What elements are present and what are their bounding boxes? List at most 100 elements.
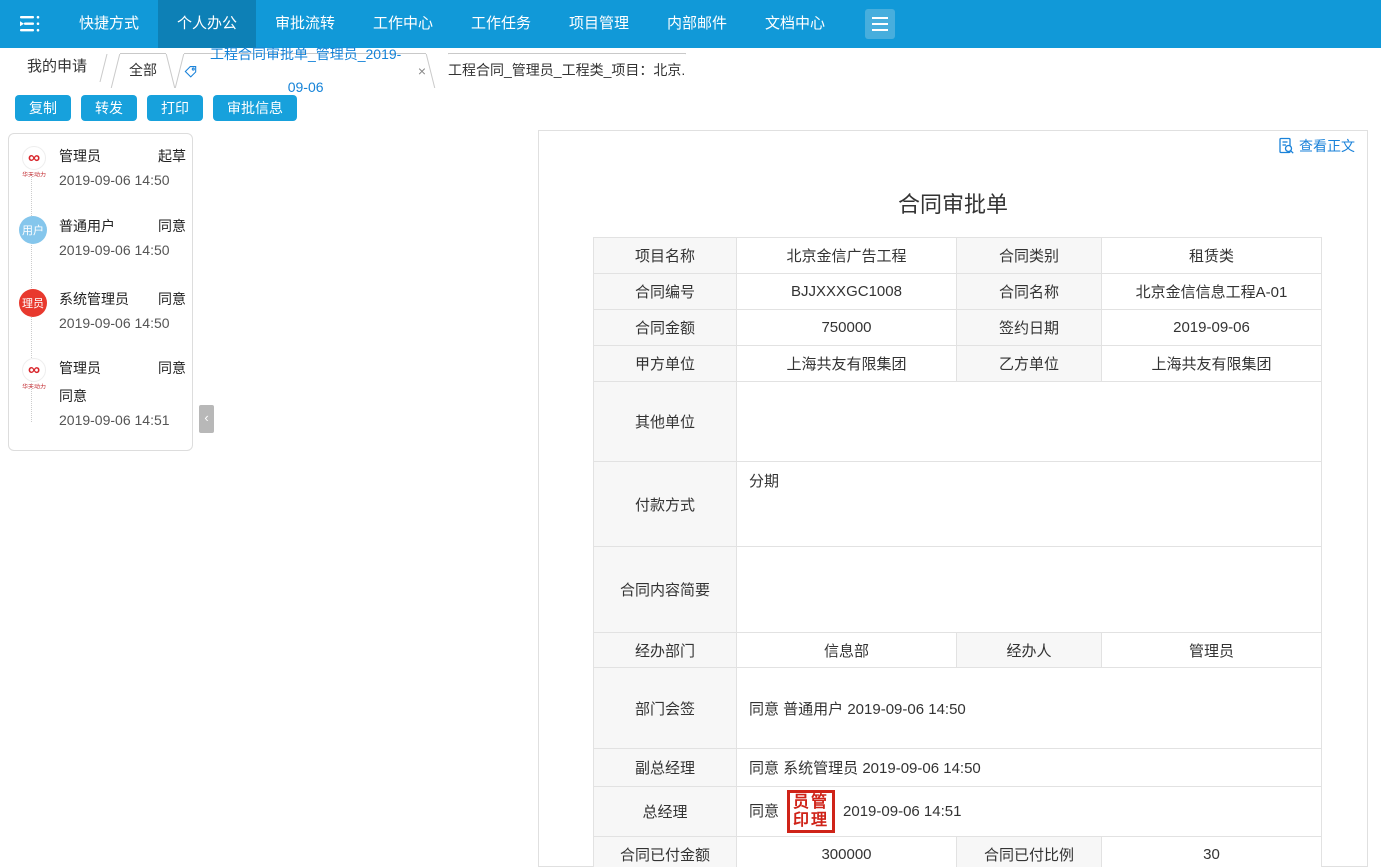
copy-button[interactable]: 复制: [15, 95, 71, 121]
sidebar-collapse-handle[interactable]: ‹: [199, 405, 214, 433]
action-toolbar: 复制 转发 打印 审批信息: [0, 90, 1381, 126]
view-body-label: 查看正文: [1299, 136, 1355, 156]
field-label: 签约日期: [957, 310, 1102, 346]
table-row: 付款方式 分期: [594, 462, 1322, 547]
field-value: [737, 547, 1322, 633]
field-label: 甲方单位: [594, 346, 737, 382]
view-document-icon: [1277, 137, 1295, 155]
company-logo-icon: ∞: [22, 146, 46, 170]
company-logo-icon: ∞: [22, 358, 46, 382]
field-value: 2019-09-06: [1102, 310, 1322, 346]
contract-table: 项目名称 北京金信广告工程 合同类别 租赁类 合同编号 BJJXXXGC1008…: [593, 237, 1322, 867]
timeline-entry-user-approve: 用户 普通用户 同意 2019-09-06 14:50: [19, 216, 186, 258]
field-value: 北京金信广告工程: [737, 238, 957, 274]
field-value: 30: [1102, 837, 1322, 867]
avatar: ∞ 华天动力: [19, 358, 49, 392]
field-value: 信息部: [737, 633, 957, 668]
approval-datetime: 2019-09-06 14:50: [59, 242, 186, 258]
table-row: 合同已付金额 300000 合同已付比例 30: [594, 837, 1322, 867]
tab-close-icon[interactable]: ×: [418, 55, 426, 88]
print-button[interactable]: 打印: [147, 95, 203, 121]
avatar: 理员: [19, 289, 49, 317]
approver-name: 管理员: [59, 358, 101, 378]
field-label: 合同内容简要: [594, 547, 737, 633]
app-window: 快捷方式 个人办公 审批流转 工作中心 工作任务 项目管理 内部邮件 文档中心 …: [0, 0, 1381, 867]
field-label: 合同名称: [957, 274, 1102, 310]
field-label: 付款方式: [594, 462, 737, 547]
approval-action: 同意: [158, 358, 186, 378]
field-label: 总经理: [594, 787, 737, 837]
approval-note: 同意: [59, 386, 186, 406]
view-body-link[interactable]: 查看正文: [1277, 136, 1355, 156]
document-tabbar: 我的申请 全部 工程合同审批单_管理员_2019-09-06 × 工程合同_管理…: [0, 48, 1381, 90]
field-value: 上海共友有限集团: [737, 346, 957, 382]
approver-name: 系统管理员: [59, 289, 129, 309]
field-label: 项目名称: [594, 238, 737, 274]
field-value: [737, 382, 1322, 462]
tag-icon: [184, 64, 197, 79]
tab-contract-approval-active[interactable]: 工程合同审批单_管理员_2019-09-06 ×: [184, 53, 426, 88]
field-label: 合同编号: [594, 274, 737, 310]
table-row: 总经理 同意员管印理2019-09-06 14:51: [594, 787, 1322, 837]
contract-form-panel: 查看正文 合同审批单 项目名称 北京金信广告工程 合同类别 租赁类 合同编号 B…: [538, 130, 1368, 867]
approval-seal: 员管印理: [787, 790, 835, 834]
table-row: 合同编号 BJJXXXGC1008 合同名称 北京金信信息工程A-01: [594, 274, 1322, 310]
table-row: 部门会签 同意 普通用户 2019-09-06 14:50: [594, 668, 1322, 749]
field-value: 同意 系统管理员 2019-09-06 14:50: [737, 749, 1322, 787]
table-row: 合同内容简要: [594, 547, 1322, 633]
avatar: ∞ 华天动力: [19, 146, 49, 180]
field-label: 部门会签: [594, 668, 737, 749]
field-label: 合同类别: [957, 238, 1102, 274]
nav-item-project-management[interactable]: 项目管理: [550, 0, 648, 48]
table-row: 副总经理 同意 系统管理员 2019-09-06 14:50: [594, 749, 1322, 787]
company-logo-text: 华天动力: [21, 171, 47, 180]
timeline-entry-admin-approve: ∞ 华天动力 管理员 同意 同意 2019-09-06 14:51: [19, 358, 186, 428]
table-row: 项目名称 北京金信广告工程 合同类别 租赁类: [594, 238, 1322, 274]
field-label: 其他单位: [594, 382, 737, 462]
approval-info-button[interactable]: 审批信息: [213, 95, 297, 121]
avatar: 用户: [19, 216, 49, 244]
field-value: 北京金信信息工程A-01: [1102, 274, 1322, 310]
menu-collapse-glyph: [17, 12, 43, 36]
field-value: 同意 普通用户 2019-09-06 14:50: [737, 668, 1322, 749]
tab-all[interactable]: 全部: [120, 53, 166, 88]
field-label: 乙方单位: [957, 346, 1102, 382]
field-label: 合同已付金额: [594, 837, 737, 867]
field-label: 经办部门: [594, 633, 737, 668]
field-label: 合同已付比例: [957, 837, 1102, 867]
seal-line-2: 印理: [793, 812, 829, 830]
approval-datetime: 2019-09-06 14:51: [59, 412, 186, 428]
field-value: 租赁类: [1102, 238, 1322, 274]
nav-item-document-center[interactable]: 文档中心: [746, 0, 844, 48]
gm-approval-text: 同意: [749, 802, 779, 819]
company-logo-text: 华天动力: [21, 383, 47, 392]
approver-name: 普通用户: [59, 216, 115, 236]
approval-action: 同意: [158, 289, 186, 309]
field-value: 分期: [737, 462, 1322, 547]
approver-name: 管理员: [59, 146, 101, 166]
seal-line-1: 员管: [793, 794, 829, 812]
table-row: 甲方单位 上海共友有限集团 乙方单位 上海共友有限集团: [594, 346, 1322, 382]
tab-contract-document[interactable]: 工程合同_管理员_工程类_项目：北京...: [448, 53, 686, 88]
table-row: 合同金额 750000 签约日期 2019-09-06: [594, 310, 1322, 346]
approval-datetime: 2019-09-06 14:50: [59, 315, 186, 331]
field-value: 750000: [737, 310, 957, 346]
field-value: 管理员: [1102, 633, 1322, 668]
nav-item-work-tasks[interactable]: 工作任务: [452, 0, 550, 48]
field-label: 经办人: [957, 633, 1102, 668]
tabbar-divider: [100, 54, 108, 82]
forward-button[interactable]: 转发: [81, 95, 137, 121]
field-value: BJJXXXGC1008: [737, 274, 957, 310]
tabbar-root-label[interactable]: 我的申请: [27, 48, 87, 86]
admin-avatar-icon: 理员: [19, 289, 47, 317]
user-avatar-icon: 用户: [19, 216, 47, 244]
timeline-entry-sysadmin-approve: 理员 系统管理员 同意 2019-09-06 14:50: [19, 289, 186, 331]
more-menus-hamburger-icon[interactable]: [865, 9, 895, 39]
timeline-entry-draft: ∞ 华天动力 管理员 起草 2019-09-06 14:50: [19, 146, 186, 188]
table-row: 其他单位: [594, 382, 1322, 462]
field-value: 同意员管印理2019-09-06 14:51: [737, 787, 1322, 837]
nav-item-internal-mail[interactable]: 内部邮件: [648, 0, 746, 48]
menu-collapse-icon[interactable]: [0, 0, 60, 48]
field-value: 300000: [737, 837, 957, 867]
nav-item-shortcuts[interactable]: 快捷方式: [60, 0, 158, 48]
